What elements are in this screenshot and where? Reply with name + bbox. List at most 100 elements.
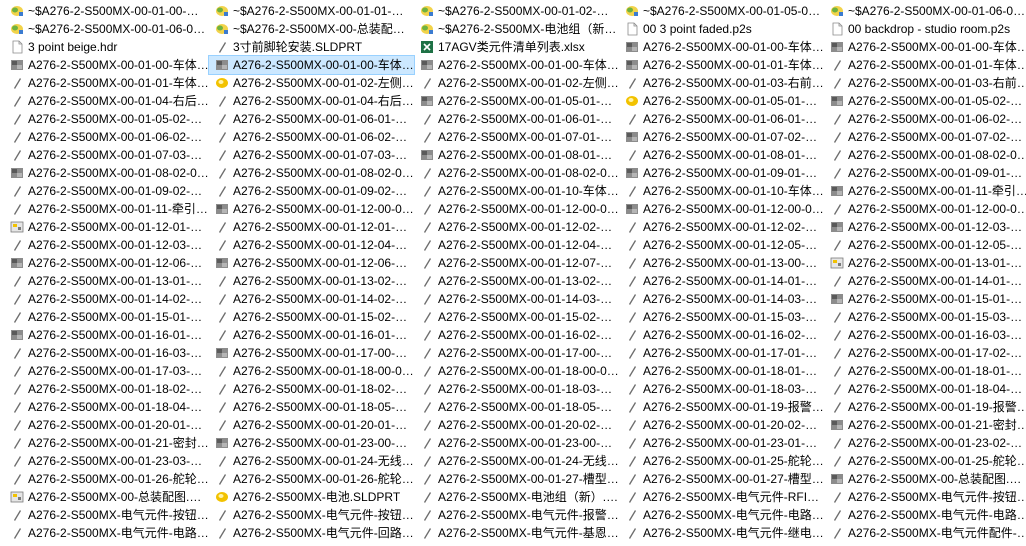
- file-item[interactable]: A276-2-S500MX-00-01-13-01-电气元...: [4, 272, 209, 290]
- file-item[interactable]: A276-2-S500MX-00-01-09-02-后脚轮...: [209, 182, 414, 200]
- file-item[interactable]: A276-2-S500MX-00-01-20-02-RFID固...: [414, 416, 619, 434]
- file-item[interactable]: A276-2-S500MX-00-01-16-03-上盖板...: [4, 344, 209, 362]
- file-item[interactable]: A276-2-S500MX-00-01-04-右后侧板.SL...: [4, 92, 209, 110]
- file-item[interactable]: A276-2-S500MX-00-01-12-02-面板配...: [619, 218, 824, 236]
- file-item[interactable]: A276-2-S500MX-00-01-16-01-上盖板...: [4, 326, 209, 344]
- file-item[interactable]: A276-2-S500MX-00-01-01-车体底板.SL...: [824, 56, 1026, 74]
- file-item[interactable]: A276-2-S500MX-00-01-21-密封橡胶转...: [4, 434, 209, 452]
- file-item[interactable]: A276-2-S500MX-00-01-12-03-面板连...: [824, 218, 1026, 236]
- file-item[interactable]: A276-2-S500MX-00-01-27-槽型光电检...: [414, 470, 619, 488]
- file-item[interactable]: A276-2-S500MX-00-01-16-02-上盖板...: [414, 326, 619, 344]
- file-item[interactable]: A276-2-S500MX-00-01-12-00-02-后面...: [619, 200, 824, 218]
- file-item[interactable]: 00 backdrop - studio room.p2s: [824, 20, 1026, 38]
- file-item[interactable]: A276-2-S500MX-00-01-07-01-前后侧...: [414, 128, 619, 146]
- file-item[interactable]: A276-2-S500MX-00-01-08-02-02-后脚...: [414, 164, 619, 182]
- file-item[interactable]: ~$A276-2-S500MX-00-01-00-车体部分...: [4, 2, 209, 20]
- file-item[interactable]: A276-2-S500MX-00-01-08-02-00-后脚...: [824, 146, 1026, 164]
- file-item[interactable]: 00 3 point faded.p2s: [619, 20, 824, 38]
- file-item[interactable]: A276-2-S500MX-00-01-02-左侧板.SLD...: [209, 74, 414, 92]
- file-item[interactable]: A276-2-S500MX-00-01-23-00-电池托...: [209, 434, 414, 452]
- file-item[interactable]: A276-2-S500MX-00-01-12-06-面板配...: [4, 254, 209, 272]
- file-item[interactable]: A276-2-S500MX-00-01-15-02-舵轮处...: [414, 308, 619, 326]
- file-item[interactable]: ~$A276-2-S500MX-电池组（新）.SLDA...: [414, 20, 619, 38]
- file-item[interactable]: A276-2-S500MX-00-01-15-01-舵轮处...: [4, 308, 209, 326]
- file-item[interactable]: A276-2-S500MX-00-01-17-01-激光扫...: [619, 344, 824, 362]
- file-item[interactable]: A276-2-S500MX-00-01-06-02-前后侧...: [209, 128, 414, 146]
- file-item[interactable]: A276-2-S500MX-00-01-18-01-走形传...: [824, 362, 1026, 380]
- file-item[interactable]: A276-2-S500MX-00-01-15-01-舵轮处...: [824, 290, 1026, 308]
- file-item[interactable]: A276-2-S500MX-00-01-12-00-01-前面...: [414, 200, 619, 218]
- file-item[interactable]: A276-2-S500MX-00-01-18-02-走形传...: [209, 380, 414, 398]
- file-item[interactable]: 17AGV类元件清单列表.xlsx: [414, 38, 619, 56]
- file-item[interactable]: A276-2-S500MX-00-01-06-01-前后侧...: [619, 110, 824, 128]
- file-item[interactable]: A276-2-S500MX-00-01-01-车体底板.SL...: [4, 74, 209, 92]
- file-item[interactable]: ~$A276-2-S500MX-00-01-06-01-前后...: [824, 2, 1026, 20]
- file-item[interactable]: A276-2-S500MX-00-01-25-舵轮处密封...: [619, 452, 824, 470]
- file-item[interactable]: A276-2-S500MX-00-01-14-01-电气元...: [619, 272, 824, 290]
- file-item[interactable]: A276-2-S500MX-00-01-12-05-面板配...: [824, 236, 1026, 254]
- file-item[interactable]: A276-2-S500MX-00-01-19-报警灯固定...: [824, 398, 1026, 416]
- file-item[interactable]: A276-2-S500MX-00-01-20-01-RFID固...: [209, 416, 414, 434]
- file-item[interactable]: A276-2-S500MX-电池.SLDPRT: [209, 488, 414, 506]
- file-item[interactable]: A276-2-S500MX-00-01-18-05-走形传...: [209, 398, 414, 416]
- file-item[interactable]: A276-2-S500MX-00-01-11-牵引固定板...: [4, 200, 209, 218]
- file-item[interactable]: A276-2-S500MX-00-01-03-右前侧板.SL...: [824, 74, 1026, 92]
- file-item[interactable]: A276-2-S500MX-00-01-20-01-RFID固...: [4, 416, 209, 434]
- file-item[interactable]: A276-2-S500MX-00-01-26-舵轮限位块...: [209, 470, 414, 488]
- file-item[interactable]: A276-2-S500MX-00-01-13-00-电气元...: [619, 254, 824, 272]
- file-item[interactable]: A276-2-S500MX-00-01-00-车体部分1.S...: [4, 56, 209, 74]
- file-item[interactable]: A276-2-S500MX-电气元件-按钮（启动...: [209, 506, 414, 524]
- file-item[interactable]: A276-2-S500MX-00-01-17-00-激光扫...: [414, 344, 619, 362]
- file-item[interactable]: A276-2-S500MX-00-01-24-无线模块保...: [209, 452, 414, 470]
- file-item[interactable]: A276-2-S500MX-00-01-01-车体底板.SL...: [619, 56, 824, 74]
- file-item[interactable]: A276-2-S500MX-00-01-17-00-激光扫...: [209, 344, 414, 362]
- file-item[interactable]: A276-2-S500MX-00-01-18-03-走形传...: [619, 380, 824, 398]
- file-item[interactable]: 3寸前脚轮安装.SLDPRT: [209, 38, 414, 56]
- file-item[interactable]: A276-2-S500MX-00-01-15-03-舵轮处...: [824, 308, 1026, 326]
- file-item[interactable]: A276-2-S500MX-00-01-05-02-后挡板.SL...: [824, 92, 1026, 110]
- file-item[interactable]: A276-2-S500MX-00-01-23-02-电池托...: [824, 434, 1026, 452]
- file-item[interactable]: A276-2-S500MX-00-01-17-02-激光扫...: [824, 344, 1026, 362]
- file-item[interactable]: A276-2-S500MX-00-01-18-05-走形传...: [414, 398, 619, 416]
- file-item[interactable]: A276-2-S500MX-00-01-12-04-面板挡...: [209, 236, 414, 254]
- file-item[interactable]: A276-2-S500MX-00-01-18-00-02-走形...: [414, 362, 619, 380]
- file-item[interactable]: A276-2-S500MX-00-01-09-01-前脚轮...: [619, 164, 824, 182]
- file-item[interactable]: A276-2-S500MX-00-01-12-01-前面板...: [4, 218, 209, 236]
- file-item[interactable]: ~$A276-2-S500MX-00-01-01-车体底板...: [209, 2, 414, 20]
- file-item[interactable]: A276-2-S500MX-00-01-00-车体部分.SL...: [619, 38, 824, 56]
- file-item[interactable]: A276-2-S500MX-00-01-27-槽型光电检...: [619, 470, 824, 488]
- file-item[interactable]: A276-2-S500MX-00-01-10-车体中间加...: [619, 182, 824, 200]
- file-item[interactable]: A276-2-S500MX-00-01-06-02-前后侧...: [824, 110, 1026, 128]
- file-item[interactable]: A276-2-S500MX-00-01-12-04-面板挡...: [414, 236, 619, 254]
- file-item[interactable]: A276-2-S500MX-00-01-12-02-面板配...: [414, 218, 619, 236]
- file-item[interactable]: A276-2-S500MX-00-01-23-00-电池托...: [414, 434, 619, 452]
- file-item[interactable]: A276-2-S500MX-00-01-18-00-01-走形...: [209, 362, 414, 380]
- file-item[interactable]: A276-2-S500MX-00-01-14-03-电气元...: [414, 290, 619, 308]
- file-item[interactable]: A276-2-S500MX-00-01-00-车体部分.SL...: [824, 38, 1026, 56]
- file-item[interactable]: A276-2-S500MX-00-01-24-无线模块保...: [414, 452, 619, 470]
- file-item[interactable]: A276-2-S500MX-00-01-07-02-前后侧...: [824, 128, 1026, 146]
- file-item[interactable]: A276-2-S500MX-00-01-13-02-电气元...: [209, 272, 414, 290]
- file-item[interactable]: A276-2-S500MX-00-01-14-03-电气元...: [619, 290, 824, 308]
- file-item[interactable]: A276-2-S500MX-00-01-06-02-前后侧...: [4, 128, 209, 146]
- file-item[interactable]: A276-2-S500MX-00-01-17-03-激光扫...: [4, 362, 209, 380]
- file-item[interactable]: A276-2-S500MX-00-01-18-04-走形传...: [824, 380, 1026, 398]
- file-item[interactable]: A276-2-S500MX-00-01-09-02-后脚轮...: [4, 182, 209, 200]
- file-item[interactable]: A276-2-S500MX-00-01-20-02-RFID固...: [619, 416, 824, 434]
- file-item[interactable]: A276-2-S500MX-00-01-08-01-前脚轮...: [414, 146, 619, 164]
- file-item[interactable]: A276-2-S500MX-00-01-10-车体中间加...: [414, 182, 619, 200]
- file-item[interactable]: A276-2-S500MX-00-01-06-01-前后侧...: [414, 110, 619, 128]
- file-item[interactable]: A276-2-S500MX-00-01-14-01-电气元...: [824, 272, 1026, 290]
- file-item[interactable]: A276-2-S500MX-电气元件-基恩士传感...: [414, 524, 619, 542]
- file-item[interactable]: A276-2-S500MX-00-01-23-03-电池托...: [4, 452, 209, 470]
- file-item[interactable]: A276-2-S500MX-00-01-15-03-舵轮处...: [619, 308, 824, 326]
- file-item[interactable]: A276-2-S500MX-00-01-05-01-前挡板.S...: [619, 92, 824, 110]
- file-item[interactable]: A276-2-S500MX-00-01-14-02-电气元...: [4, 290, 209, 308]
- file-item[interactable]: A276-2-S500MX-00-01-07-03-前后侧...: [4, 146, 209, 164]
- file-item[interactable]: A276-2-S500MX-电气元件-电路板（常...: [824, 506, 1026, 524]
- file-item[interactable]: A276-2-S500MX-00-01-11-牵引固定板...: [824, 182, 1026, 200]
- file-item[interactable]: A276-2-S500MX-00-01-02-左侧板.SLD...: [414, 74, 619, 92]
- file-item[interactable]: ~$A276-2-S500MX-00-01-02-左侧板.S...: [414, 2, 619, 20]
- file-item[interactable]: A276-2-S500MX-00-01-13-02-电气元...: [414, 272, 619, 290]
- file-item[interactable]: A276-2-S500MX-电气元件-按钮（急停...: [4, 506, 209, 524]
